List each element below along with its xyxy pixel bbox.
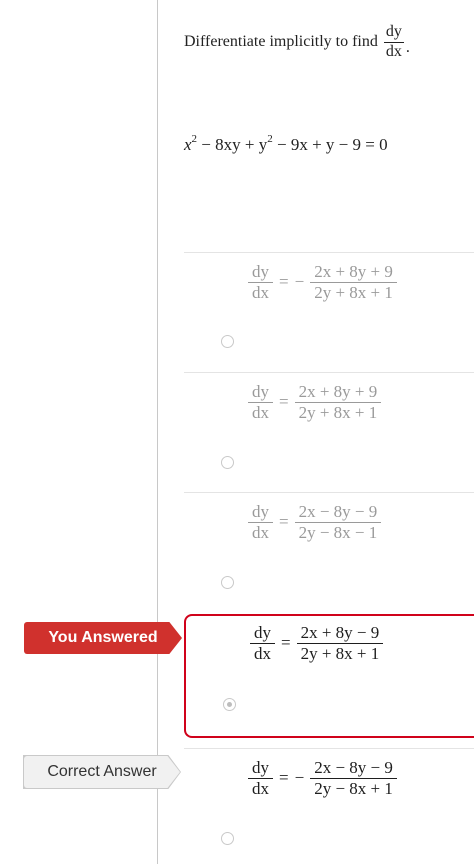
option-3-lhs-den: dx [252,522,269,542]
option-2-den: 2y + 8x + 1 [298,402,378,422]
option-1-lhs-num: dy [248,263,273,283]
content-divider [157,0,158,864]
eq-term-3: − 9x + y − 9 = 0 [272,135,388,154]
option-5-equals: = [279,768,289,788]
answer-option-5[interactable]: dy dx = − 2x − 8y − 9 2y − 8x + 1 [184,748,474,865]
option-3-den: 2y − 8x − 1 [298,522,378,542]
option-2-radio[interactable] [221,456,234,469]
answer-option-4-selected[interactable]: dy dx = 2x + 8y − 9 2y + 8x + 1 [184,614,474,738]
eq-term-2: − 8xy + y [197,135,268,154]
question-text: Differentiate implicitly to find [184,33,378,51]
option-5-num: 2x − 8y − 9 [310,759,397,779]
option-2-lhs-num: dy [248,383,273,403]
option-4-radio[interactable] [223,698,236,711]
eq-term-1: x [184,135,192,154]
option-4-math: dy dx = 2x + 8y − 9 2y + 8x + 1 [250,624,384,663]
option-3-equals: = [279,512,289,532]
given-equation: x2 − 8xy + y2 − 9x + y − 9 = 0 [184,133,388,155]
option-3-lhs-num: dy [248,503,273,523]
question-frac-num: dy [383,23,404,43]
option-5-lhs-den: dx [252,778,269,798]
option-5-math: dy dx = − 2x − 8y − 9 2y − 8x + 1 [248,759,397,798]
option-5-lhs-num: dy [248,759,273,779]
option-5-den: 2y − 8x + 1 [314,778,393,798]
correct-answer-flag: Correct Answer [24,756,180,788]
option-1-math: dy dx = − 2x + 8y + 9 2y + 8x + 1 [248,263,397,302]
answer-option-1[interactable]: dy dx = − 2x + 8y + 9 2y + 8x + 1 [184,252,474,373]
question-prompt: Differentiate implicitly to find dy dx . [184,23,410,61]
option-5-radio[interactable] [221,832,234,845]
you-answered-flag: You Answered [24,622,182,654]
option-3-radio[interactable] [221,576,234,589]
question-fraction: dy dx [383,23,404,61]
question-period: . [405,39,410,57]
option-1-equals: = [279,272,289,292]
option-1-num: 2x + 8y + 9 [310,263,397,283]
option-1-lhs-den: dx [252,282,269,302]
option-3-num: 2x − 8y − 9 [294,503,382,523]
option-1-sign: − [294,272,305,292]
option-4-equals: = [281,633,291,653]
option-1-den: 2y + 8x + 1 [314,282,393,302]
answer-option-3[interactable]: dy dx = 2x − 8y − 9 2y − 8x − 1 [184,492,474,613]
option-4-lhs-den: dx [254,643,271,663]
option-4-lhs-num: dy [250,624,275,644]
option-2-math: dy dx = 2x + 8y + 9 2y + 8x + 1 [248,383,382,422]
option-2-lhs-den: dx [252,402,269,422]
option-2-num: 2x + 8y + 9 [294,383,382,403]
question-frac-den: dx [385,42,402,60]
option-5-sign: − [294,768,305,788]
answer-option-2[interactable]: dy dx = 2x + 8y + 9 2y + 8x + 1 [184,372,474,493]
option-4-den: 2y + 8x + 1 [300,643,380,663]
option-4-num: 2x + 8y − 9 [296,624,384,644]
option-2-equals: = [279,392,289,412]
option-3-math: dy dx = 2x − 8y − 9 2y − 8x − 1 [248,503,382,542]
option-1-radio[interactable] [221,335,234,348]
